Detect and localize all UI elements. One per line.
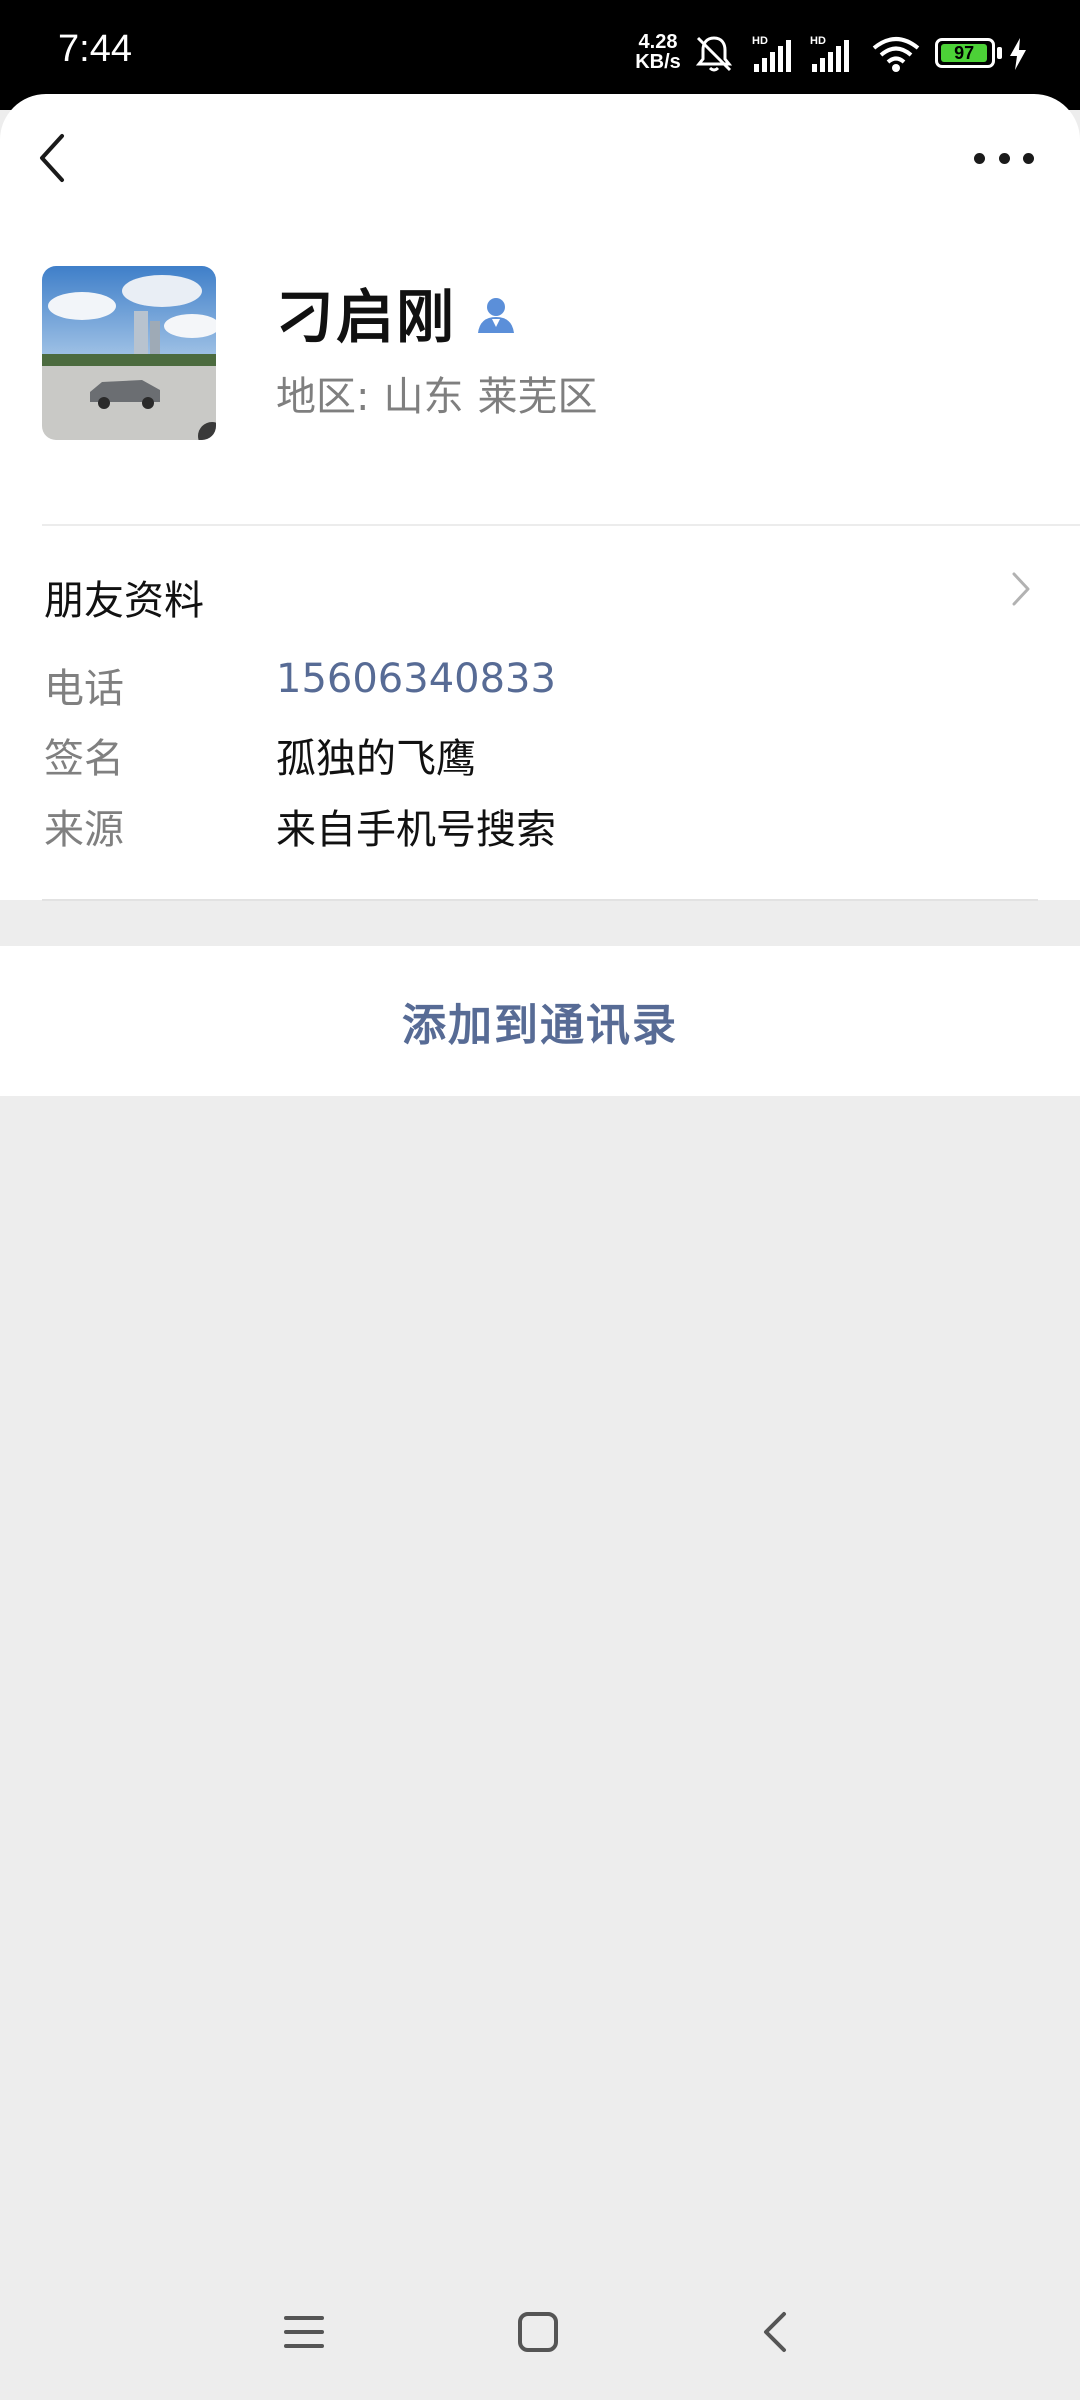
source-value: 来自手机号搜索 — [276, 807, 556, 853]
person-icon — [478, 298, 515, 333]
back-nav-icon[interactable] — [754, 2310, 798, 2354]
network-speed: 4.28 KB/s — [632, 32, 684, 72]
region-city: 莱芜区 — [477, 374, 598, 420]
chevron-right-icon[interactable] — [1006, 566, 1036, 612]
network-speed-unit: KB/s — [635, 51, 681, 73]
friend-info-title[interactable]: 朋友资料 — [44, 568, 204, 626]
contact-name: 刁启刚 — [276, 283, 457, 351]
more-dot — [998, 152, 1010, 164]
region-province: 山东 — [383, 374, 464, 420]
region: 地区: 山东 莱芜区 — [276, 364, 611, 422]
battery-level: 97 — [941, 43, 988, 63]
region-label: 地区: — [276, 374, 370, 420]
battery-icon: 97 — [935, 38, 995, 68]
signal-icon-2: HD — [810, 35, 849, 72]
avatar-photo — [42, 266, 216, 440]
signal-1-label: HD — [752, 35, 768, 47]
signature-value: 孤独的飞鹰 — [276, 736, 476, 782]
mute-bell-icon — [695, 36, 733, 72]
back-button[interactable] — [30, 126, 78, 190]
phone-number[interactable]: 15606340833 — [276, 656, 556, 702]
add-to-contacts-button[interactable]: 添加到通讯录 — [0, 946, 1080, 1096]
profile-card — [0, 94, 1080, 900]
wifi-icon — [872, 37, 920, 72]
signal-icon-1: HD — [752, 35, 791, 72]
menu-icon[interactable] — [282, 2310, 326, 2354]
avatar[interactable] — [42, 266, 216, 440]
network-speed-value: 4.28 — [638, 31, 678, 53]
more-button[interactable] — [974, 140, 1034, 176]
more-dot — [1023, 152, 1034, 164]
system-nav-bar — [0, 2270, 1080, 2400]
home-icon[interactable] — [516, 2310, 560, 2354]
source-label: 来源 — [44, 807, 124, 853]
name-row: 刁启刚 — [276, 270, 518, 354]
signal-2-label: HD — [810, 35, 826, 47]
add-to-contacts-label: 添加到通讯录 — [402, 1000, 678, 1051]
more-dot — [974, 152, 985, 164]
divider — [42, 524, 1080, 526]
phone-label: 电话 — [44, 666, 124, 712]
signature-label: 签名 — [44, 736, 124, 782]
charging-bolt-icon — [1010, 38, 1026, 70]
status-time: 7:44 — [58, 28, 132, 70]
divider — [42, 899, 1038, 901]
battery-cap — [997, 47, 1002, 59]
